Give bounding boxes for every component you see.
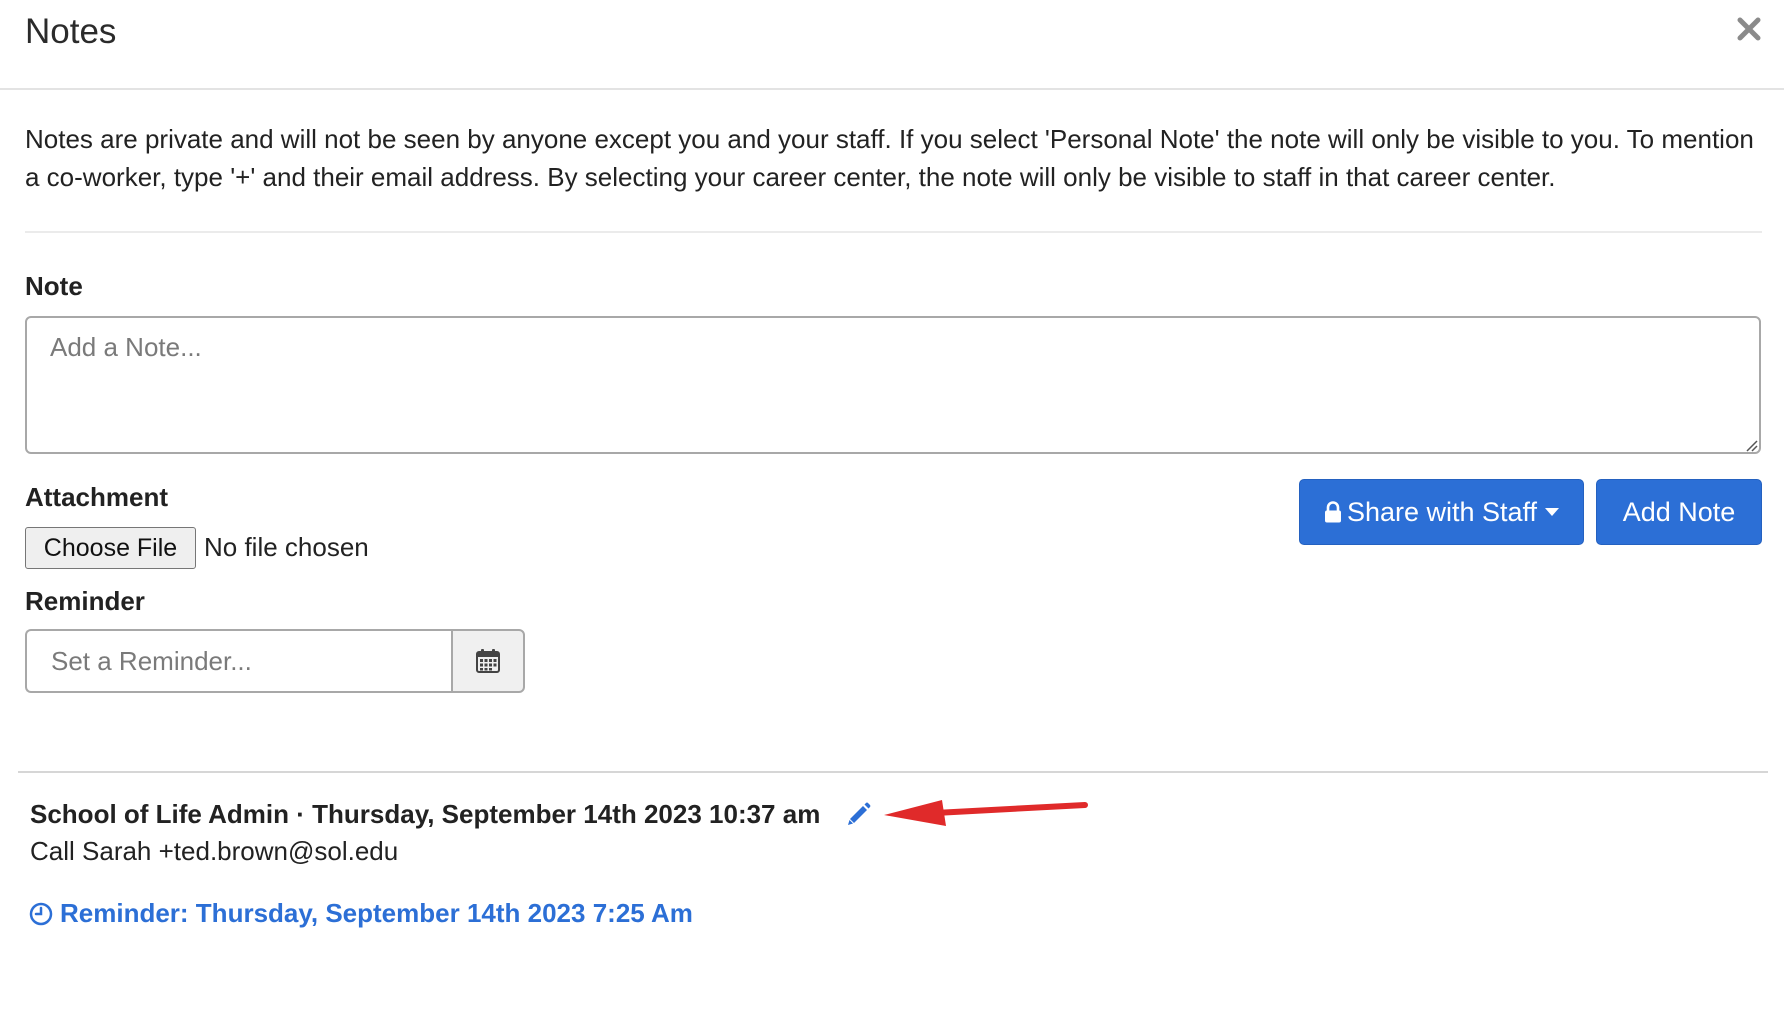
clock-icon	[29, 902, 53, 925]
share-with-staff-label: Share with Staff	[1346, 496, 1538, 527]
calendar-button[interactable]	[451, 629, 525, 693]
pencil-icon[interactable]	[846, 801, 872, 827]
add-note-button[interactable]: Add Note	[1596, 479, 1762, 545]
choose-file-button[interactable]: Choose File	[25, 527, 196, 569]
divider	[25, 231, 1762, 233]
share-with-staff-button[interactable]: Share with Staff	[1299, 479, 1584, 545]
divider	[18, 771, 1768, 773]
close-icon[interactable]	[1734, 14, 1764, 44]
attachment-label: Attachment	[25, 482, 169, 512]
reminder-input[interactable]	[25, 629, 451, 693]
note-reminder-link[interactable]: Reminder: Thursday, September 14th 2023 …	[29, 898, 693, 929]
reminder-input-group	[25, 629, 525, 693]
calendar-icon	[476, 649, 500, 673]
notes-description: Notes are private and will not be seen b…	[25, 124, 1754, 192]
modal-header: Notes	[0, 0, 1784, 90]
caret-down-icon	[1545, 508, 1560, 516]
note-textarea[interactable]	[25, 316, 1761, 454]
lock-icon	[1324, 501, 1341, 523]
reminder-label: Reminder	[25, 586, 145, 616]
note-author-timestamp: School of Life Admin · Thursday, Septemb…	[30, 799, 821, 829]
modal-title: Notes	[25, 12, 117, 51]
note-body-text: Call Sarah +ted.brown@sol.edu	[30, 836, 399, 866]
file-status-text: No file chosen	[204, 532, 369, 562]
note-reminder-text: Reminder: Thursday, September 14th 2023 …	[60, 898, 693, 928]
annotation-arrow-icon	[884, 800, 1088, 826]
note-label: Note	[25, 271, 83, 301]
